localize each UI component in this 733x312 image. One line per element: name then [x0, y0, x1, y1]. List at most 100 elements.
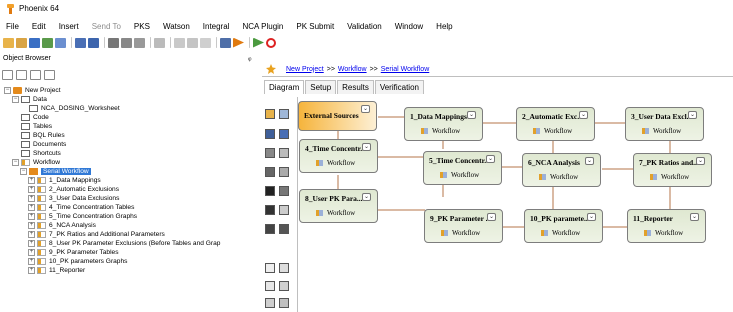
link-icon[interactable] — [44, 70, 55, 80]
expand-toggle[interactable]: + — [28, 230, 35, 238]
scatter-tool-icon[interactable] — [265, 281, 275, 291]
chevron-down-icon[interactable]: ⌄ — [587, 213, 596, 221]
menu-send-to[interactable]: Send To — [92, 22, 121, 31]
chart-tool-icon[interactable] — [265, 205, 275, 215]
node-7-pk-ratios[interactable]: 7_PK Ratios and... ⌄ Workflow — [633, 153, 712, 187]
save-icon[interactable] — [29, 37, 40, 48]
grid-icon[interactable] — [154, 37, 165, 48]
tree-item-operation[interactable]: + 8_User PK Parameter Exclusions (Before… — [28, 239, 220, 247]
tree-item-data[interactable]: − Data — [12, 95, 47, 103]
list-tool-icon[interactable] — [265, 167, 275, 177]
xy-tool-icon[interactable] — [279, 205, 289, 215]
save-all-icon[interactable] — [88, 37, 99, 48]
tree-item-operation[interactable]: + 7_PK Ratios and Additional Parameters — [28, 230, 165, 238]
new-icon[interactable] — [3, 37, 14, 48]
node-9-pk-parameter-tables[interactable]: 9_PK Parameter ... ⌄ Workflow — [424, 209, 503, 243]
diagram-canvas[interactable]: External Sources ⌄ 1_Data Mappings ⌄ Wor… — [297, 97, 733, 312]
tree-item-operation[interactable]: + 3_User Data Exclusions — [28, 194, 119, 202]
copy-icon[interactable] — [121, 37, 132, 48]
tree-item-operation[interactable]: + 11_Reporter — [28, 266, 85, 274]
tree-item-tables[interactable]: Tables — [21, 122, 52, 130]
tree-item-operation[interactable]: + 9_PK Parameter Tables — [28, 248, 119, 256]
workflow-tool-icon[interactable] — [265, 109, 275, 119]
cross-tool-icon[interactable] — [265, 186, 275, 196]
chevron-down-icon[interactable]: ⌄ — [585, 157, 594, 165]
node-5-time-concentration-graphs[interactable]: 5_Time Concentr... ⌄ Workflow — [423, 151, 502, 185]
expand-toggle[interactable]: + — [28, 176, 35, 184]
tree-item-serial-workflow[interactable]: − Serial Workflow — [20, 167, 91, 175]
expand-toggle[interactable]: + — [28, 248, 35, 256]
node-4-time-concentration-tables[interactable]: 4_Time Concentr... ⌄ Workflow — [299, 139, 378, 173]
export-icon[interactable] — [55, 37, 66, 48]
breadcrumb-link-serial-workflow[interactable]: Serial Workflow — [381, 66, 430, 73]
grid-tool-icon[interactable] — [279, 224, 289, 234]
paste-icon[interactable] — [134, 37, 145, 48]
table2-tool-icon[interactable] — [265, 224, 275, 234]
tree-item-documents[interactable]: Documents — [21, 140, 66, 148]
tree-item-new-project[interactable]: − New Project — [4, 86, 61, 94]
node-3-user-data-exclusions[interactable]: 3_User Data Excl... ⌄ Workflow — [625, 107, 704, 141]
menu-pks[interactable]: PKS — [134, 22, 150, 31]
tree-item-operation[interactable]: + 6_NCA Analysis — [28, 221, 96, 229]
menu-integral[interactable]: Integral — [203, 22, 230, 31]
expand-toggle[interactable]: + — [28, 239, 35, 247]
expand-toggle[interactable]: + — [28, 194, 35, 202]
menu-watson[interactable]: Watson — [163, 22, 190, 31]
node-1-data-mappings[interactable]: 1_Data Mappings ⌄ Workflow — [404, 107, 483, 141]
delete-icon[interactable] — [200, 37, 211, 48]
chevron-down-icon[interactable]: ⌄ — [361, 105, 370, 113]
menu-window[interactable]: Window — [395, 22, 423, 31]
node-10-pk-parameters-graphs[interactable]: 10_PK paramete... ⌄ Workflow — [524, 209, 603, 243]
tree-item-operation[interactable]: + 4_Time Concentration Tables — [28, 203, 134, 211]
chevron-down-icon[interactable]: ⌄ — [688, 111, 697, 119]
collapse-toggle[interactable]: − — [20, 167, 27, 175]
chevron-down-icon[interactable]: ⌄ — [362, 143, 371, 151]
transform-tool-icon[interactable] — [279, 167, 289, 177]
open-folder-icon[interactable] — [16, 37, 27, 48]
merge-tool-icon[interactable] — [265, 148, 275, 158]
menu-help[interactable]: Help — [436, 22, 452, 31]
collapse-toggle[interactable]: − — [4, 86, 11, 94]
data-tool-icon[interactable] — [265, 129, 275, 139]
chevron-down-icon[interactable]: ⌄ — [362, 193, 371, 201]
menu-file[interactable]: File — [6, 22, 19, 31]
breadcrumb-link-project[interactable]: New Project — [286, 66, 324, 73]
tree-item-operation[interactable]: + 10_PK parameters Graphs — [28, 257, 127, 265]
node-6-nca-analysis[interactable]: 6_NCA Analysis ⌄ Workflow — [522, 153, 601, 187]
chevron-down-icon[interactable]: ⌄ — [696, 157, 705, 165]
chevron-down-icon[interactable]: ⌄ — [486, 155, 495, 163]
log-plot-tool-icon[interactable] — [279, 298, 289, 308]
expand-toggle[interactable]: + — [28, 203, 35, 211]
chevron-down-icon[interactable]: ⌄ — [487, 213, 496, 221]
favorite-icon[interactable] — [266, 64, 276, 74]
node-2-automatic-exclusions[interactable]: 2_Automatic Exc... ⌄ Workflow — [516, 107, 595, 141]
align-icon[interactable] — [174, 37, 185, 48]
chevron-down-icon[interactable]: ⌄ — [467, 111, 476, 119]
menu-pk-submit[interactable]: PK Submit — [296, 22, 334, 31]
copy-object-icon[interactable] — [75, 37, 86, 48]
chevron-down-icon[interactable]: ⌄ — [690, 213, 699, 221]
menu-insert[interactable]: Insert — [59, 22, 79, 31]
table-tool-icon[interactable] — [279, 186, 289, 196]
node-11-reporter[interactable]: 11_Reporter ⌄ Workflow — [627, 209, 706, 243]
execute-icon[interactable] — [253, 37, 264, 48]
tree-item-workflow[interactable]: − Workflow — [12, 158, 60, 166]
tree-item-operation[interactable]: + 5_Time Concentration Graphs — [28, 212, 137, 220]
tree-item-operation[interactable]: + 2_Automatic Exclusions — [28, 185, 119, 193]
breadcrumb-link-workflow[interactable]: Workflow — [338, 66, 367, 73]
area-tool-icon[interactable] — [279, 281, 289, 291]
tree-item-operation[interactable]: + 1_Data Mappings — [28, 176, 101, 184]
tab-diagram[interactable]: Diagram — [264, 80, 305, 94]
node-8-user-pk-parameter-exclusions[interactable]: 8_User PK Para... ⌄ Workflow — [299, 189, 378, 223]
collapse-toggle[interactable]: − — [12, 158, 19, 166]
collapse-icon[interactable] — [16, 70, 27, 80]
expand-toggle[interactable]: + — [28, 257, 35, 265]
tab-setup[interactable]: Setup — [305, 80, 337, 94]
expand-toggle[interactable]: + — [28, 185, 35, 193]
tree-item-bql-rules[interactable]: BQL Rules — [21, 131, 65, 139]
node-external-sources[interactable]: External Sources ⌄ — [298, 101, 377, 131]
import-icon[interactable] — [42, 37, 53, 48]
menu-edit[interactable]: Edit — [32, 22, 46, 31]
expand-toggle[interactable]: + — [28, 221, 35, 229]
bql-tool-icon[interactable] — [279, 129, 289, 139]
